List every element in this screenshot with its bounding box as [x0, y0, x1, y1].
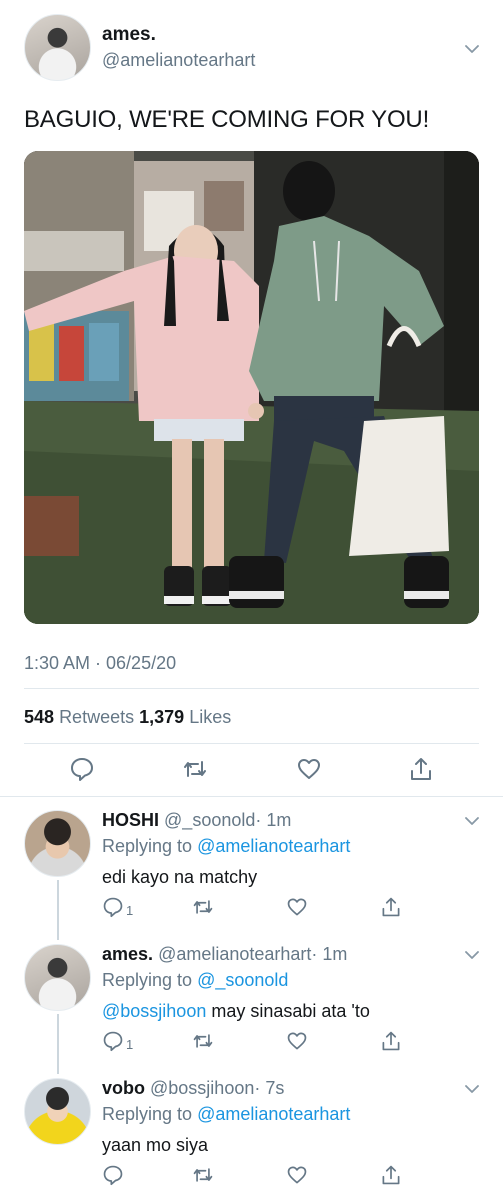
likes-label[interactable]: Likes	[189, 707, 231, 727]
retweet-icon[interactable]	[182, 756, 208, 782]
chevron-down-icon[interactable]	[465, 816, 479, 826]
reply-time: · 7s	[254, 1078, 285, 1098]
display-name[interactable]: HOSHI	[102, 810, 159, 830]
replying-to: Replying to @amelianotearhart	[102, 1104, 350, 1125]
replying-prefix: Replying to	[102, 836, 193, 856]
tweet-text: BAGUIO, WE'RE COMING FOR YOU!	[24, 106, 430, 133]
tweet-actions	[0, 756, 503, 784]
replying-to-mention[interactable]: @_soonold	[197, 970, 288, 990]
retweets-label[interactable]: Retweets	[59, 707, 134, 727]
divider	[24, 688, 479, 689]
user-handle[interactable]: @amelianotearhart	[158, 944, 311, 964]
reply-text: edi kayo na matchy	[102, 867, 257, 888]
replying-prefix: Replying to	[102, 970, 193, 990]
like-icon[interactable]	[296, 756, 322, 782]
reply-actions: 1	[0, 896, 503, 924]
user-handle[interactable]: @bossjihoon	[150, 1078, 254, 1098]
chevron-down-icon[interactable]	[465, 950, 479, 960]
reply-icon[interactable]	[102, 1030, 124, 1052]
retweet-icon[interactable]	[192, 896, 214, 918]
divider	[24, 743, 479, 744]
share-icon[interactable]	[408, 756, 434, 782]
retweets-count[interactable]: 548	[24, 707, 54, 727]
section-divider	[0, 796, 503, 797]
like-icon[interactable]	[286, 1164, 308, 1186]
replying-to-mention[interactable]: @amelianotearhart	[197, 1104, 350, 1124]
reply-text: yaan mo siya	[102, 1135, 208, 1156]
replying-to: Replying to @amelianotearhart	[102, 836, 350, 857]
display-name[interactable]: ames.	[102, 944, 153, 964]
share-icon[interactable]	[380, 896, 402, 918]
likes-count[interactable]: 1,379	[139, 707, 184, 727]
avatar[interactable]	[24, 810, 91, 877]
avatar[interactable]	[24, 14, 91, 81]
reply-body: edi kayo na matchy	[102, 867, 258, 887]
engagement-stats: 548 Retweets 1,379 Likes	[24, 707, 231, 728]
user-handle[interactable]: @amelianotearhart	[102, 50, 255, 71]
avatar[interactable]	[24, 1078, 91, 1145]
tweet-timestamp: 1:30 AM · 06/25/20	[24, 653, 177, 673]
chevron-down-icon[interactable]	[465, 1084, 479, 1094]
retweet-icon[interactable]	[192, 1030, 214, 1052]
reply-icon[interactable]	[102, 896, 124, 918]
user-handle[interactable]: @_soonold	[164, 810, 255, 830]
reply-header: vobo @bossjihoon· 7s	[102, 1078, 284, 1099]
share-icon[interactable]	[380, 1030, 402, 1052]
reply-header: ames. @amelianotearhart· 1m	[102, 944, 347, 965]
display-name[interactable]: vobo	[102, 1078, 145, 1098]
reply-header: HOSHI @_soonold· 1m	[102, 810, 291, 831]
reply-mention[interactable]: @bossjihoon	[102, 1001, 206, 1021]
share-icon[interactable]	[380, 1164, 402, 1186]
reply-count: 1	[126, 1037, 134, 1052]
replying-to: Replying to @_soonold	[102, 970, 288, 991]
retweet-icon[interactable]	[192, 1164, 214, 1186]
replying-prefix: Replying to	[102, 1104, 193, 1124]
replying-to-mention[interactable]: @amelianotearhart	[197, 836, 350, 856]
reply-body: may sinasabi ata 'to	[211, 1001, 370, 1021]
reply-icon[interactable]	[102, 1164, 124, 1186]
reply-count: 1	[126, 903, 134, 918]
avatar[interactable]	[24, 944, 91, 1011]
reply-text: @bossjihoon may sinasabi ata 'to	[102, 1001, 370, 1022]
reply-body: yaan mo siya	[102, 1135, 209, 1155]
like-icon[interactable]	[286, 896, 308, 918]
like-icon[interactable]	[286, 1030, 308, 1052]
chevron-down-icon[interactable]	[465, 44, 479, 54]
photo-couple-illustration	[24, 151, 479, 624]
reply-time: · 1m	[311, 944, 348, 964]
reply-actions	[0, 1164, 503, 1192]
tweet-photo[interactable]	[24, 151, 479, 624]
reply-icon[interactable]	[69, 756, 95, 782]
reply-time: · 1m	[255, 810, 292, 830]
reply-actions: 1	[0, 1030, 503, 1058]
display-name[interactable]: ames.	[102, 24, 156, 46]
